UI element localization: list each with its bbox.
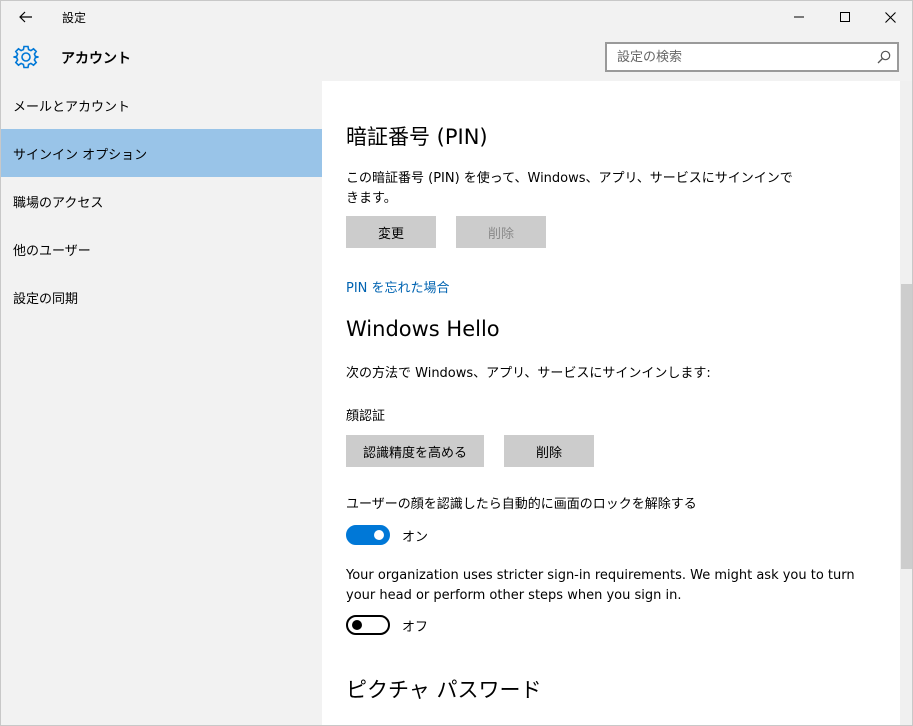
title-bar: 設定 xyxy=(1,1,912,33)
auto-unlock-state: オン xyxy=(402,530,429,545)
stricter-signin-toggle[interactable] xyxy=(346,615,390,635)
auto-unlock-text: ユーザーの顔を認識したら自動的に画面のロックを解除する xyxy=(346,497,697,512)
sidebar-item-work-access[interactable]: 職場のアクセス xyxy=(1,177,322,225)
face-recognition-label: 顔認証 xyxy=(346,409,386,424)
maximize-button[interactable] xyxy=(822,1,868,33)
stricter-signin-text: Your organization uses stricter sign-in … xyxy=(346,568,855,603)
sidebar-item-label: 他のユーザー xyxy=(13,243,91,259)
stricter-signin-state: オフ xyxy=(402,620,429,635)
sidebar: メールとアカウント サインイン オプション 職場のアクセス 他のユーザー 設定の… xyxy=(1,81,322,725)
picture-password-heading: ピクチャ パスワード xyxy=(346,678,542,702)
sidebar-item-sign-in-options[interactable]: サインイン オプション xyxy=(1,129,322,177)
pin-remove-button[interactable]: 削除 xyxy=(456,216,546,248)
sidebar-item-email-accounts[interactable]: メールとアカウント xyxy=(1,81,322,129)
face-remove-button[interactable]: 削除 xyxy=(504,435,594,467)
minimize-icon xyxy=(794,16,804,18)
sidebar-item-label: メールとアカウント xyxy=(13,99,131,115)
page-title: アカウント xyxy=(61,51,131,67)
sidebar-item-label: 設定の同期 xyxy=(13,291,79,307)
pin-change-button[interactable]: 変更 xyxy=(346,216,436,248)
improve-recognition-button[interactable]: 認識精度を高める xyxy=(346,435,484,467)
sidebar-item-label: 職場のアクセス xyxy=(13,195,104,211)
search-box xyxy=(605,42,899,72)
search-input[interactable] xyxy=(617,48,867,66)
gear-icon xyxy=(13,45,39,69)
close-icon xyxy=(884,11,896,23)
toggle-knob xyxy=(352,620,362,630)
sidebar-item-label: サインイン オプション xyxy=(13,147,148,163)
windows-hello-description: 次の方法で Windows、アプリ、サービスにサインインします: xyxy=(346,366,711,381)
settings-window: 設定 アカウント メールとアカウント xyxy=(0,0,913,726)
toggle-knob xyxy=(374,530,384,540)
back-arrow-icon xyxy=(19,11,32,23)
back-button[interactable] xyxy=(9,5,43,29)
forgot-pin-link[interactable]: PIN を忘れた場合 xyxy=(346,277,450,296)
search-icon[interactable] xyxy=(877,50,891,64)
pin-description: この暗証番号 (PIN) を使って、Windows、アプリ、サービスにサインイン… xyxy=(346,171,793,206)
content-pane: 暗証番号 (PIN) この暗証番号 (PIN) を使って、Windows、アプリ… xyxy=(322,81,900,725)
maximize-icon xyxy=(840,12,850,22)
close-button[interactable] xyxy=(867,1,912,33)
scrollbar-thumb[interactable] xyxy=(901,284,912,569)
auto-unlock-toggle[interactable] xyxy=(346,525,390,545)
sidebar-item-sync-settings[interactable]: 設定の同期 xyxy=(1,273,322,321)
sidebar-item-other-users[interactable]: 他のユーザー xyxy=(1,225,322,273)
window-title: 設定 xyxy=(62,11,87,25)
minimize-button[interactable] xyxy=(776,1,822,33)
settings-header: アカウント xyxy=(1,33,912,81)
pin-heading: 暗証番号 (PIN) xyxy=(346,125,488,149)
windows-hello-heading: Windows Hello xyxy=(346,317,500,341)
